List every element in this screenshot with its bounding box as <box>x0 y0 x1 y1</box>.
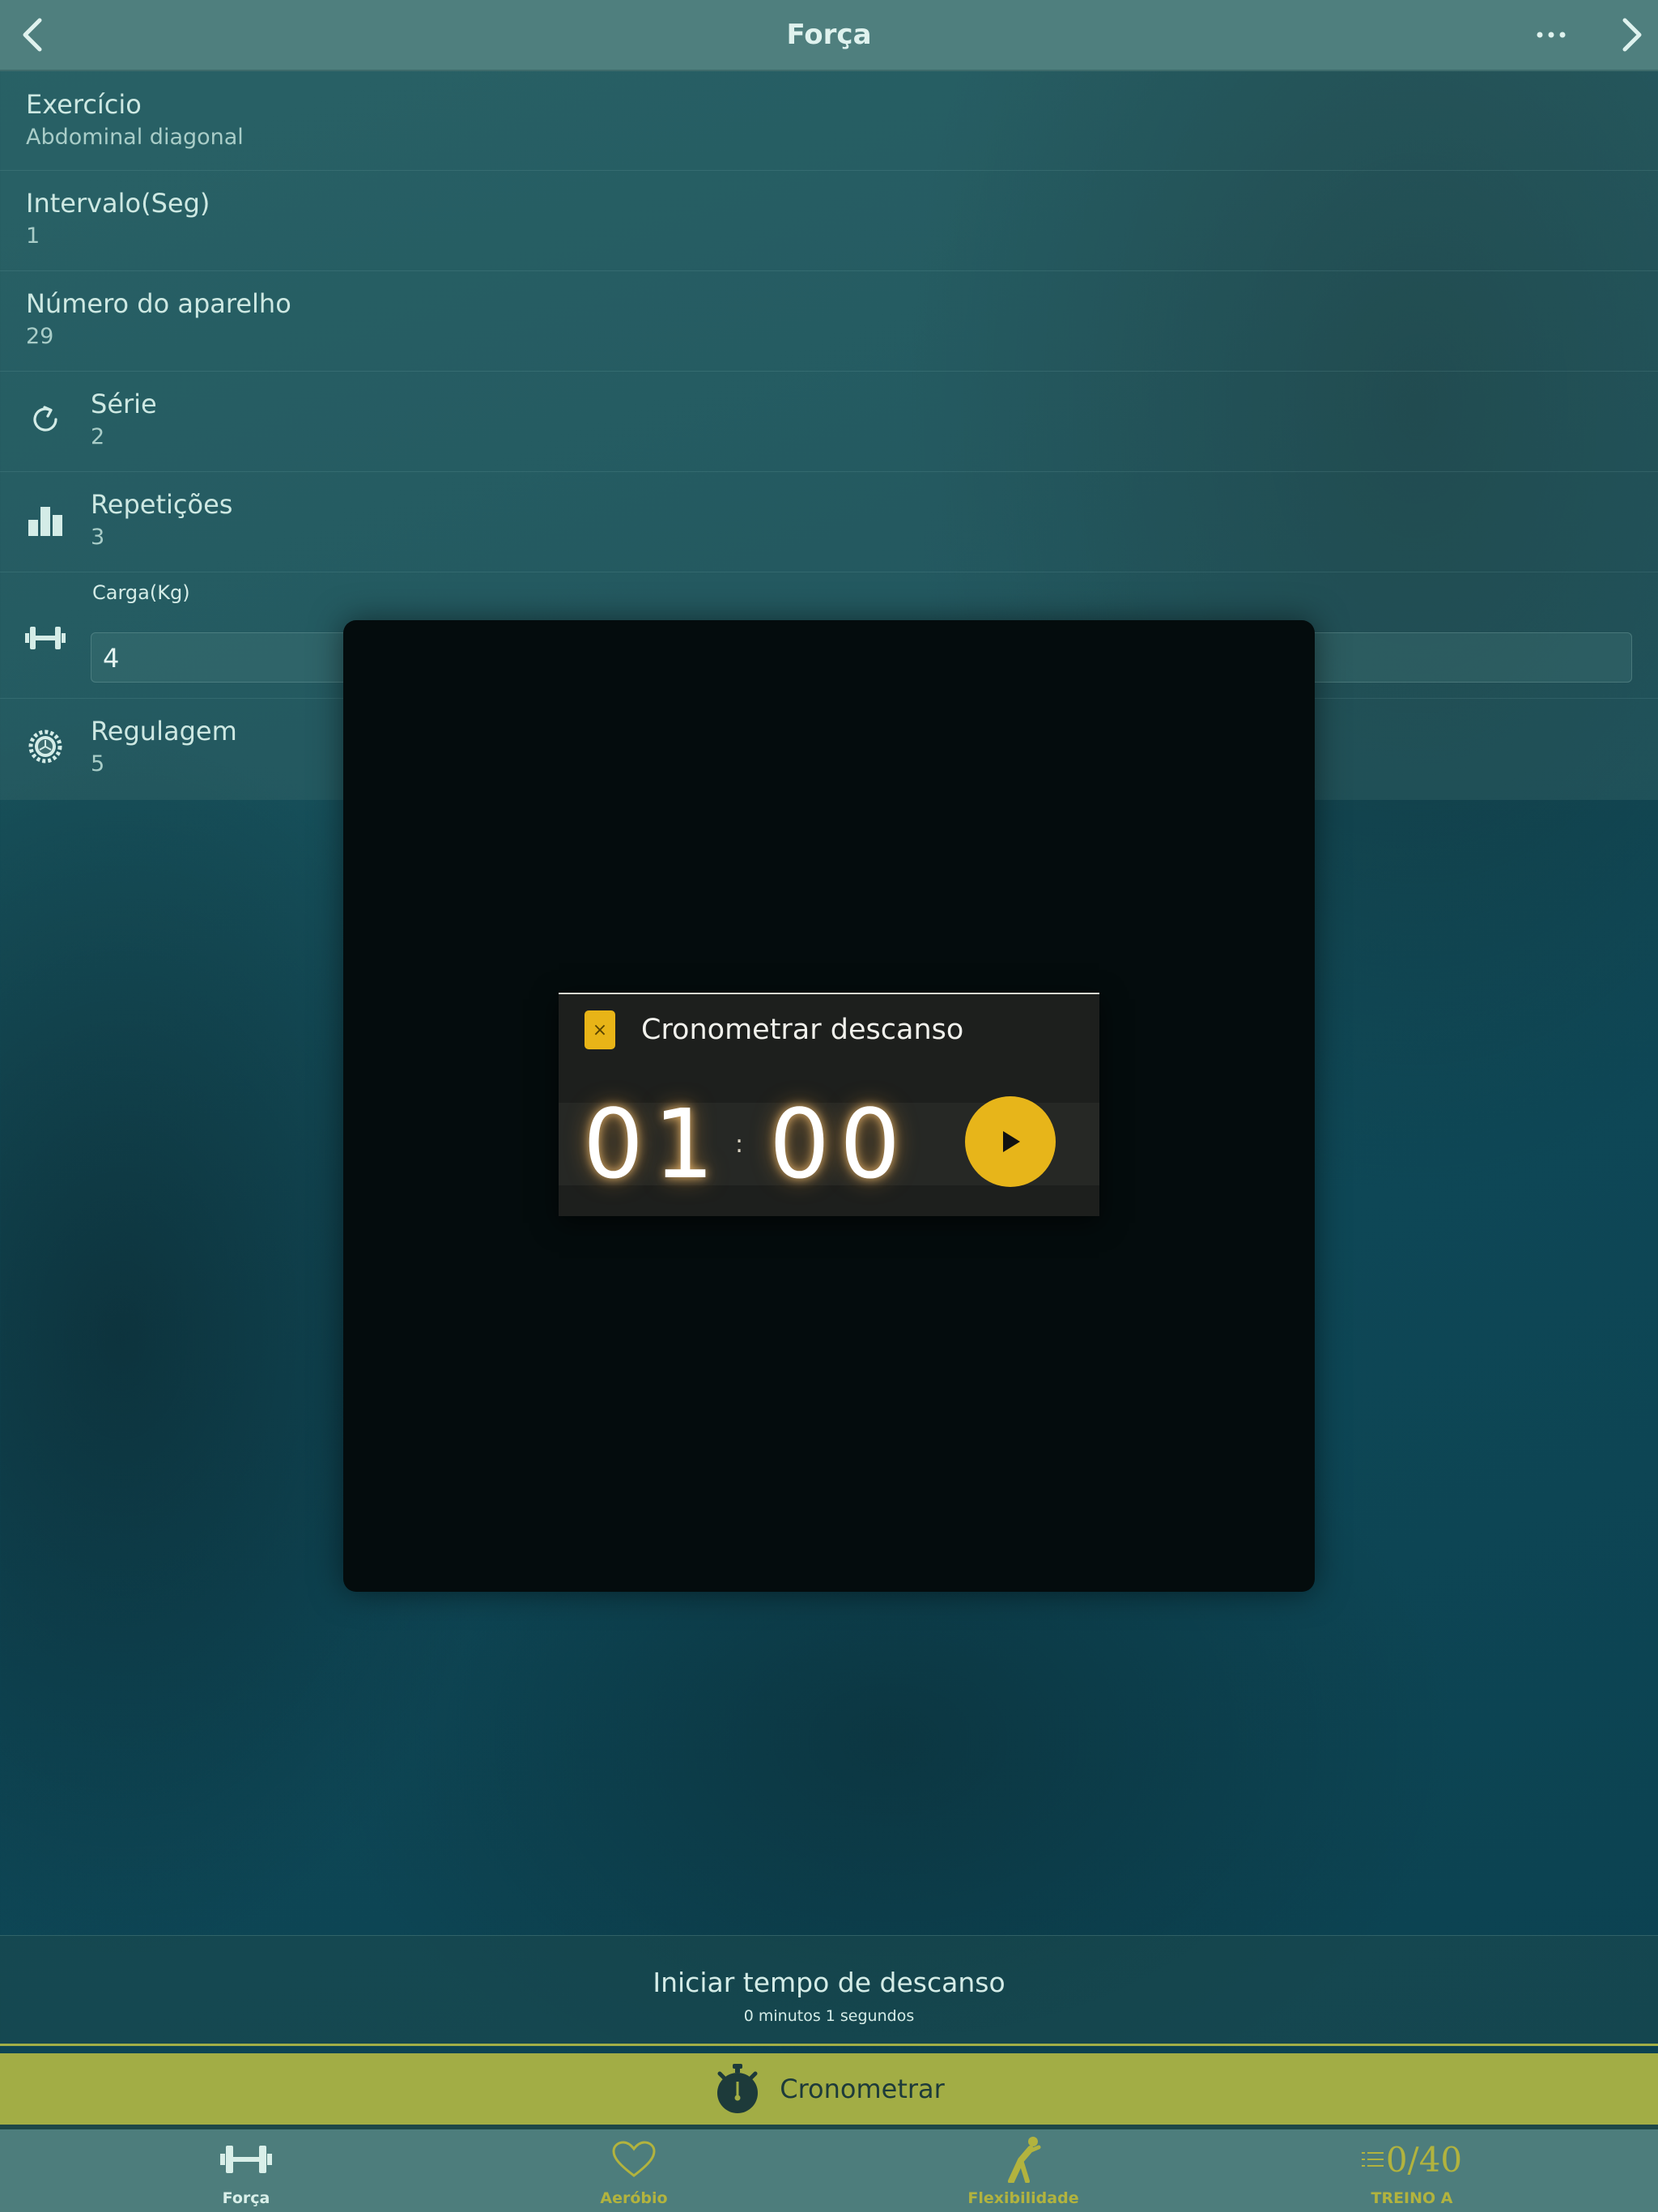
rest-duration: 0 minutos 1 segundos <box>743 2007 915 2025</box>
stopwatch-icon <box>717 2064 759 2113</box>
tab-aerobio[interactable]: Aeróbio <box>512 2129 755 2212</box>
forward-button[interactable] <box>1600 0 1658 70</box>
field-exercise: Exercício Abdominal diagonal <box>0 71 1658 171</box>
tab-flexibilidade[interactable]: Flexibilidade <box>902 2129 1145 2212</box>
stopwatch-button[interactable]: Cronometrar <box>0 2053 1658 2129</box>
field-value: 5 <box>91 751 105 776</box>
top-app-bar: Força <box>0 0 1658 71</box>
tab-label: Aeróbio <box>600 2189 668 2207</box>
field-label: Repetições <box>91 489 233 520</box>
stopwatch-label: Cronometrar <box>780 2074 945 2104</box>
field-value: Abdominal diagonal <box>26 125 244 150</box>
bar-steps-icon <box>24 499 66 541</box>
load-input-value: 4 <box>103 643 120 674</box>
time-separator: : <box>735 1130 744 1159</box>
divider <box>0 2044 1658 2046</box>
tab-label: TREINO A <box>1371 2189 1453 2207</box>
seconds-display[interactable]: 00 <box>769 1091 910 1197</box>
play-icon <box>1003 1131 1020 1152</box>
field-device-number: Número do aparelho 29 <box>0 270 1658 372</box>
field-label: Carga(Kg) <box>92 581 190 604</box>
field-label: Exercício <box>26 89 142 120</box>
page-title: Força <box>786 19 872 51</box>
refresh-icon <box>24 398 66 440</box>
heart-icon <box>512 2139 755 2180</box>
stretching-icon <box>902 2137 1145 2183</box>
close-icon: × <box>592 1019 608 1040</box>
more-options-button[interactable] <box>1519 0 1584 70</box>
tab-label: Força <box>222 2189 270 2207</box>
field-interval: Intervalo(Seg) 1 <box>0 170 1658 271</box>
settings-gear-icon <box>24 725 66 768</box>
play-button[interactable] <box>965 1096 1056 1187</box>
close-button[interactable]: × <box>585 1010 615 1049</box>
field-value: 3 <box>91 525 105 550</box>
tab-forca[interactable]: Força <box>125 2129 368 2212</box>
field-repetitions: Repetições 3 <box>0 471 1658 572</box>
minutes-display[interactable]: 01 <box>583 1091 724 1197</box>
field-label: Número do aparelho <box>26 288 291 319</box>
field-label: Regulagem <box>91 716 237 747</box>
tab-label: Flexibilidade <box>967 2189 1079 2207</box>
dumbbell-icon <box>24 617 66 659</box>
workout-progress-counter: 0/40 <box>1385 2139 1463 2180</box>
list-icon: 0/40 <box>1290 2139 1533 2180</box>
chevron-right-icon <box>1622 18 1642 52</box>
field-series: Série 2 <box>0 371 1658 472</box>
start-rest-button[interactable]: Iniciar tempo de descanso 0 minutos 1 se… <box>0 1935 1658 2044</box>
field-label: Série <box>91 389 157 419</box>
more-horizontal-icon <box>1537 32 1566 38</box>
rest-timer-dialog: × Cronometrar descanso 01 : 00 <box>559 993 1099 1216</box>
tab-treino-a[interactable]: 0/40 TREINO A <box>1290 2129 1533 2212</box>
rest-title: Iniciar tempo de descanso <box>653 1967 1005 1998</box>
dumbbell-icon <box>125 2139 368 2180</box>
field-value: 29 <box>26 324 54 349</box>
field-value: 2 <box>91 424 105 449</box>
field-value: 1 <box>26 223 40 249</box>
dialog-title: Cronometrar descanso <box>641 1014 964 1046</box>
bottom-tab-bar: Força Aeróbio Flexibilidade 0/40 TREINO … <box>0 2129 1658 2212</box>
field-label: Intervalo(Seg) <box>26 188 210 219</box>
